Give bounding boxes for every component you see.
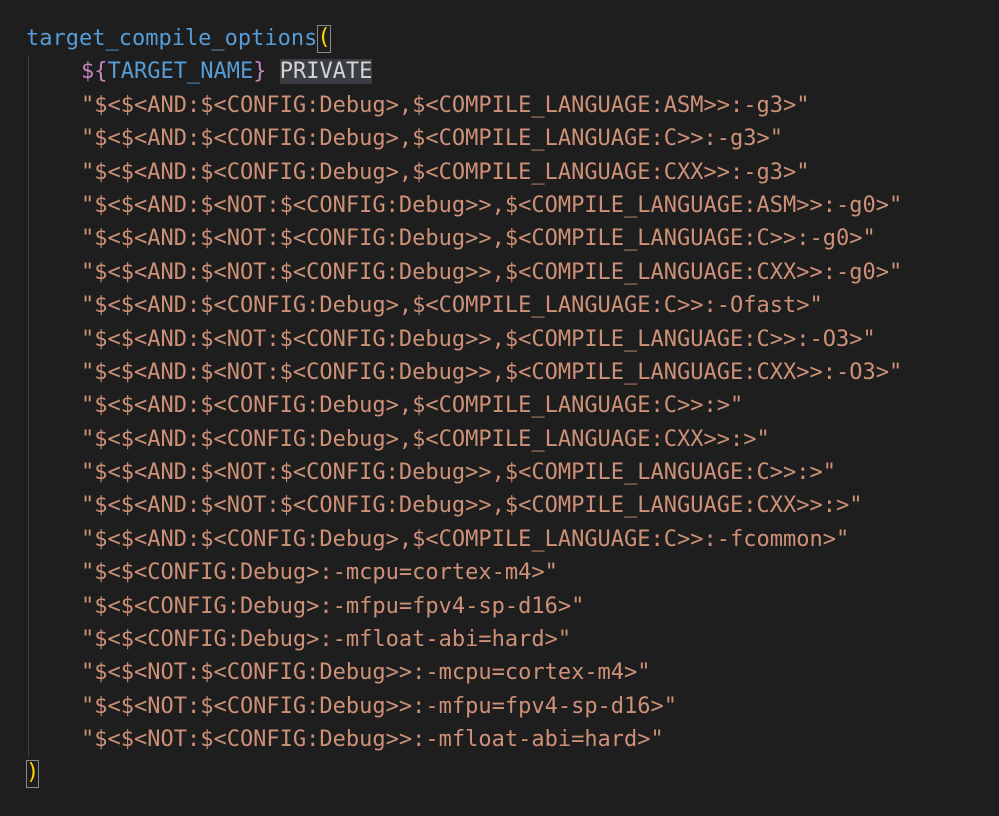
code-line[interactable]: "$<$<AND:$<NOT:$<CONFIG:Debug>>,$<COMPIL… [26,188,999,223]
indent [26,289,81,323]
code-line[interactable]: target_compile_options( [26,22,999,55]
indent-guide [28,188,29,223]
code-line[interactable]: "$<$<NOT:$<CONFIG:Debug>>:-mcpu=cortex-m… [26,656,999,690]
string-argument: "$<$<AND:$<NOT:$<CONFIG:Debug>>,$<COMPIL… [81,192,903,218]
indent-guide [28,623,29,657]
code-line[interactable]: "$<$<AND:$<CONFIG:Debug>,$<COMPILE_LANGU… [26,289,999,323]
string-argument: "$<$<AND:$<NOT:$<CONFIG:Debug>>,$<COMPIL… [81,493,863,519]
code-line[interactable]: "$<$<AND:$<CONFIG:Debug>,$<COMPILE_LANGU… [26,88,999,123]
indent [26,589,81,624]
string-argument: "$<$<CONFIG:Debug>:-mfpu=fpv4-sp-d16>" [81,593,585,619]
indent [26,255,81,290]
code-line[interactable]: "$<$<AND:$<NOT:$<CONFIG:Debug>>,$<COMPIL… [26,355,999,390]
indent-guide [28,255,29,290]
code-line[interactable]: "$<$<AND:$<NOT:$<CONFIG:Debug>>,$<COMPIL… [26,222,999,256]
string-argument: "$<$<AND:$<CONFIG:Debug>,$<COMPILE_LANGU… [81,393,744,419]
close-paren: ) [26,759,40,788]
indent-guide [28,222,29,256]
indent [26,188,81,223]
code-line[interactable]: "$<$<AND:$<CONFIG:Debug>,$<COMPILE_LANGU… [26,122,999,156]
code-line[interactable]: "$<$<AND:$<NOT:$<CONFIG:Debug>>,$<COMPIL… [26,489,999,523]
code-line[interactable]: "$<$<AND:$<NOT:$<CONFIG:Debug>>,$<COMPIL… [26,456,999,490]
indent-guide [28,589,29,624]
indent [26,522,81,557]
indent-guide [28,355,29,390]
indent-guide [28,422,29,457]
indent-guide [28,689,29,724]
code-line[interactable]: "$<$<AND:$<NOT:$<CONFIG:Debug>>,$<COMPIL… [26,322,999,356]
indent [26,689,81,724]
indent-guide [28,489,29,523]
indent-guide [28,55,29,89]
string-argument: "$<$<AND:$<CONFIG:Debug>,$<COMPILE_LANGU… [81,526,850,552]
code-line[interactable]: ) [26,757,999,790]
string-argument: "$<$<AND:$<NOT:$<CONFIG:Debug>>,$<COMPIL… [81,326,876,352]
indent [26,723,81,757]
function-name: target_compile_options [26,26,318,51]
code-line[interactable]: "$<$<CONFIG:Debug>:-mfloat-abi=hard>" [26,623,999,657]
indent [26,55,81,89]
string-argument: "$<$<CONFIG:Debug>:-mfloat-abi=hard>" [81,627,572,653]
string-argument: "$<$<AND:$<CONFIG:Debug>,$<COMPILE_LANGU… [81,426,770,452]
indent-guide [28,322,29,356]
variable-close: } [253,59,267,85]
string-argument: "$<$<AND:$<NOT:$<CONFIG:Debug>>,$<COMPIL… [81,226,876,252]
code-block[interactable]: target_compile_options( ${TARGET_NAME} P… [26,22,999,790]
code-line[interactable]: "$<$<NOT:$<CONFIG:Debug>>:-mfloat-abi=ha… [26,723,999,757]
indent-guide [28,656,29,690]
string-argument: "$<$<NOT:$<CONFIG:Debug>>:-mfloat-abi=ha… [81,727,664,753]
open-paren: ( [317,25,331,53]
code-line[interactable]: "$<$<AND:$<CONFIG:Debug>,$<COMPILE_LANGU… [26,389,999,423]
variable-name: TARGET_NAME [107,59,254,85]
code-line[interactable]: ${TARGET_NAME} PRIVATE [26,55,999,89]
indent-guide [28,456,29,490]
indent [26,489,81,523]
string-argument: "$<$<CONFIG:Debug>:-mcpu=cortex-m4>" [81,560,558,586]
string-argument: "$<$<AND:$<NOT:$<CONFIG:Debug>>,$<COMPIL… [81,359,903,385]
indent-guide [28,155,29,189]
code-line[interactable]: "$<$<CONFIG:Debug>:-mcpu=cortex-m4>" [26,556,999,590]
indent [26,422,81,457]
string-argument: "$<$<NOT:$<CONFIG:Debug>>:-mcpu=cortex-m… [81,660,651,686]
string-argument: "$<$<AND:$<CONFIG:Debug>,$<COMPILE_LANGU… [81,293,823,319]
indent-guide [28,723,29,757]
string-argument: "$<$<AND:$<CONFIG:Debug>,$<COMPILE_LANGU… [81,92,810,118]
indent [26,322,81,356]
indent-guide [28,389,29,423]
code-line[interactable]: "$<$<NOT:$<CONFIG:Debug>>:-mfpu=fpv4-sp-… [26,689,999,724]
indent [26,389,81,423]
indent-guide [28,88,29,123]
string-argument: "$<$<AND:$<CONFIG:Debug>,$<COMPILE_LANGU… [81,126,783,152]
indent-guide [28,522,29,557]
indent [26,222,81,256]
variable-open: ${ [81,59,108,85]
code-line[interactable]: "$<$<AND:$<CONFIG:Debug>,$<COMPILE_LANGU… [26,522,999,557]
indent [26,155,81,189]
code-line[interactable]: "$<$<AND:$<CONFIG:Debug>,$<COMPILE_LANGU… [26,155,999,189]
code-line[interactable]: "$<$<CONFIG:Debug>:-mfpu=fpv4-sp-d16>" [26,589,999,624]
indent [26,88,81,123]
indent-guide [28,122,29,156]
indent [26,355,81,390]
argument-list: "$<$<AND:$<CONFIG:Debug>,$<COMPILE_LANGU… [26,88,999,757]
code-line[interactable]: "$<$<AND:$<CONFIG:Debug>,$<COMPILE_LANGU… [26,422,999,457]
indent [26,656,81,690]
indent [26,456,81,490]
indent [26,556,81,590]
indent-guide [28,556,29,590]
code-line[interactable]: "$<$<AND:$<NOT:$<CONFIG:Debug>>,$<COMPIL… [26,255,999,290]
keyword-private: PRIVATE [279,59,373,85]
indent [26,122,81,156]
string-argument: "$<$<AND:$<CONFIG:Debug>,$<COMPILE_LANGU… [81,159,810,185]
string-argument: "$<$<AND:$<NOT:$<CONFIG:Debug>>,$<COMPIL… [81,259,903,285]
string-argument: "$<$<NOT:$<CONFIG:Debug>>:-mfpu=fpv4-sp-… [81,693,678,719]
code-editor[interactable]: target_compile_options( ${TARGET_NAME} P… [0,0,999,816]
indent [26,623,81,657]
string-argument: "$<$<AND:$<NOT:$<CONFIG:Debug>>,$<COMPIL… [81,460,836,486]
indent-guide [28,289,29,323]
